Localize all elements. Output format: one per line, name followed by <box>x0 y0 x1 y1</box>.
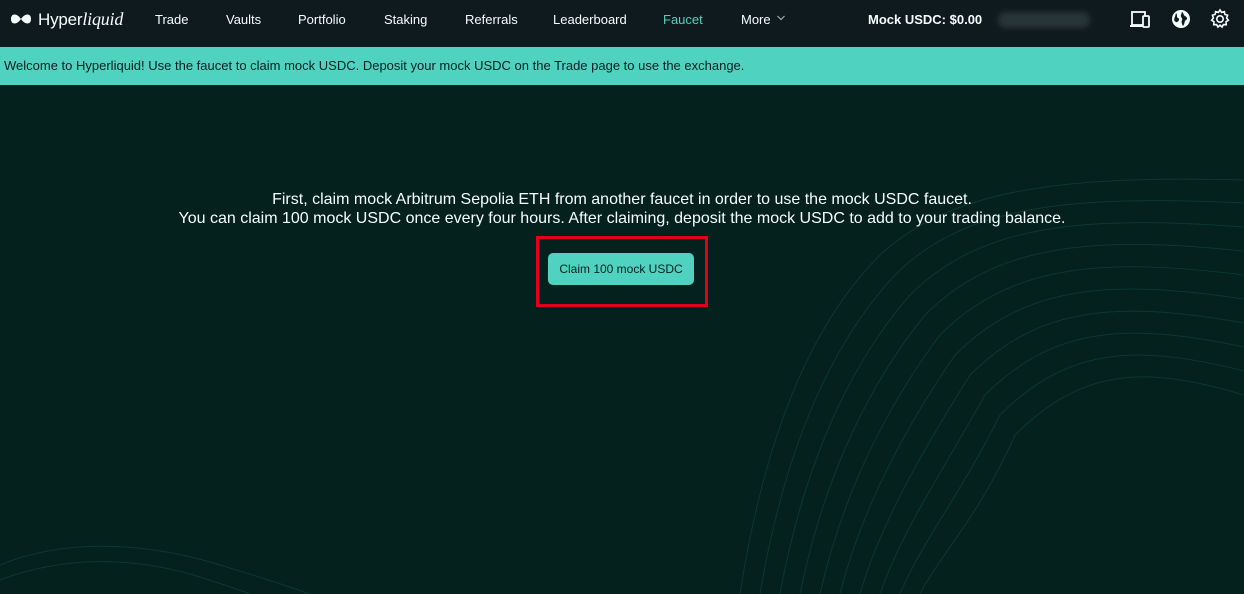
globe-icon[interactable] <box>1170 8 1192 30</box>
faucet-instruction-line-2: You can claim 100 mock USDC once every f… <box>178 210 1066 227</box>
device-icon[interactable] <box>1129 8 1151 30</box>
welcome-banner: Welcome to Hyperliquid! Use the faucet t… <box>0 47 1244 85</box>
nav-item-trade[interactable]: Trade <box>155 12 188 27</box>
mock-usdc-balance: Mock USDC: $0.00 <box>868 12 983 27</box>
wallet-address-blurred[interactable] <box>998 12 1090 28</box>
nav-item-vaults[interactable]: Vaults <box>226 12 261 27</box>
top-navigation-bar: Hyperliquid Trade Vaults Portfolio Staki… <box>0 0 1244 47</box>
nav-item-faucet[interactable]: Faucet <box>663 12 703 27</box>
nav-item-portfolio[interactable]: Portfolio <box>298 12 346 27</box>
nav-item-more[interactable]: More <box>741 12 785 27</box>
nav-item-leaderboard[interactable]: Leaderboard <box>553 12 627 27</box>
background-wave-lines <box>0 178 1244 594</box>
nav-more-label: More <box>741 12 771 27</box>
nav-item-referrals[interactable]: Referrals <box>465 12 518 27</box>
claim-mock-usdc-button[interactable]: Claim 100 mock USDC <box>548 253 694 285</box>
chevron-down-icon <box>776 15 785 21</box>
faucet-instruction-line-1: First, claim mock Arbitrum Sepolia ETH f… <box>272 191 972 208</box>
nav-item-staking[interactable]: Staking <box>384 12 427 27</box>
faucet-main-area: First, claim mock Arbitrum Sepolia ETH f… <box>0 85 1244 594</box>
gear-icon[interactable] <box>1209 8 1231 30</box>
